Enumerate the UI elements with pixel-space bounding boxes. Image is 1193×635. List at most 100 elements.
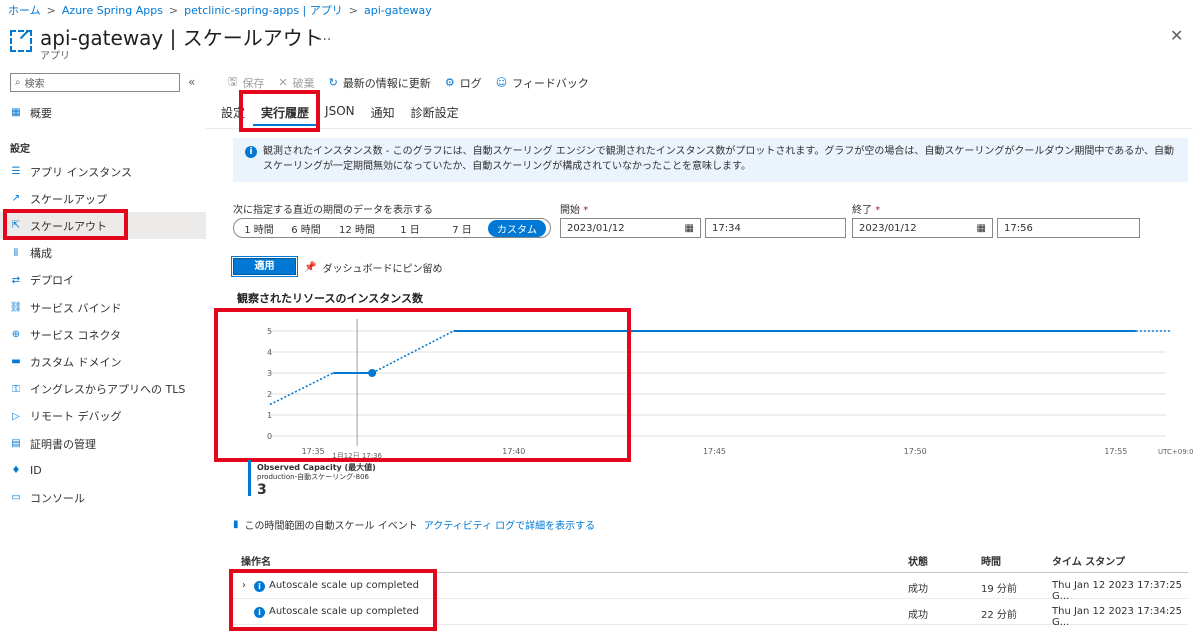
overview-icon: ▦	[11, 107, 21, 118]
feedback-icon: ☺	[495, 76, 508, 89]
sidebar-item-label: 構成	[30, 247, 52, 261]
breadcrumb-api-gateway[interactable]: api-gateway	[364, 4, 432, 17]
tab-divider	[206, 128, 1193, 129]
range-option-6h[interactable]: 6 時間	[282, 220, 330, 237]
save-label: 保存	[242, 76, 265, 90]
connector-icon: ⊕	[11, 329, 21, 341]
breadcrumb-petclinic-apps[interactable]: petclinic-spring-apps | アプリ	[184, 2, 343, 18]
sidebar-item-label: コンソール	[30, 491, 85, 505]
sidebar-item-list[interactable]: ☰ アプリ インスタンス	[0, 158, 206, 185]
sidebar-item-label: イングレスからアプリへの TLS	[30, 383, 186, 397]
activity-log-link[interactable]: アクティビティ ログで詳細を表示する	[424, 517, 595, 532]
legend-color-bar	[248, 460, 251, 496]
sidebar-item-console[interactable]: ▭ コンソール	[0, 484, 206, 511]
close-button[interactable]: ✕	[1170, 26, 1183, 45]
required-marker: *	[875, 205, 881, 216]
breadcrumb: ホーム > Azure Spring Apps > petclinic-spri…	[8, 2, 432, 18]
required-marker: *	[583, 205, 589, 216]
sidebar-item-deploy[interactable]: ⇄ デプロイ	[0, 267, 206, 294]
range-option-1d[interactable]: 1 日	[384, 220, 436, 237]
range-option-custom[interactable]: カスタム	[488, 219, 546, 237]
tab-json[interactable]: JSON	[317, 100, 363, 126]
sidebar-item-label: ID	[30, 464, 42, 478]
time-range-selector: 1 時間 6 時間 12 時間 1 日 7 日 カスタム	[233, 218, 551, 238]
sidebar-item-identity[interactable]: ♦ ID	[0, 457, 206, 484]
sidebar-item-certificate[interactable]: ▤ 証明書の管理	[0, 430, 206, 457]
pin-to-dashboard-button[interactable]: 📌 ダッシュボードにピン留め	[304, 260, 442, 275]
sidebar-search-input[interactable]: ⌕ 検索	[10, 73, 180, 92]
logs-label: ログ	[459, 76, 482, 90]
breadcrumb-separator: >	[46, 3, 56, 17]
refresh-icon: ↻	[328, 76, 338, 89]
column-header-time[interactable]: 時間	[981, 553, 1001, 568]
autoscale-events-line: ▮ この時間範囲の自動スケール イベント アクティビティ ログで詳細を表示する	[233, 517, 595, 532]
legend-resource: production-自動スケーリング-806	[257, 473, 369, 481]
sidebar-item-overview[interactable]: ▦ 概要	[0, 99, 206, 126]
start-date-value: 2023/01/12	[567, 222, 625, 234]
calendar-icon: ▦	[684, 222, 694, 234]
info-icon: i	[245, 146, 257, 158]
pin-icon: 📌	[304, 262, 317, 273]
breadcrumb-home[interactable]: ホーム	[8, 2, 41, 18]
apply-button[interactable]: 適用	[231, 256, 298, 277]
highlight-box-chart	[214, 308, 631, 462]
more-options-button[interactable]: ...	[318, 28, 331, 44]
status-cell: 成功	[908, 610, 928, 621]
time-cell: 19 分前	[981, 584, 1017, 595]
highlight-box-sidebar	[3, 209, 128, 240]
column-header-operation[interactable]: 操作名	[241, 553, 271, 568]
feedback-button[interactable]: ☺ フィードバック	[496, 75, 589, 91]
range-option-12h[interactable]: 12 時間	[330, 220, 384, 237]
start-date-input[interactable]: 2023/01/12 ▦	[560, 218, 701, 238]
start-time-value: 17:34	[712, 222, 741, 234]
sidebar-item-config[interactable]: ⦀ 構成	[0, 240, 206, 267]
breadcrumb-separator: >	[168, 3, 179, 17]
breadcrumb-azure-spring-apps[interactable]: Azure Spring Apps	[62, 4, 163, 17]
highlight-box-table	[229, 569, 437, 631]
end-date-input[interactable]: 2023/01/12 ▦	[852, 218, 993, 238]
breadcrumb-separator: >	[348, 3, 358, 17]
status-cell: 成功	[908, 584, 928, 595]
sidebar-item-domain[interactable]: ▬ カスタム ドメイン	[0, 348, 206, 375]
column-header-timestamp[interactable]: タイム スタンプ	[1052, 553, 1125, 568]
sidebar-item-key[interactable]: ⚿ イングレスからアプリへの TLS	[0, 376, 206, 403]
sidebar-item-label: サービス バインド	[30, 301, 122, 315]
sidebar-item-label: 証明書の管理	[30, 437, 96, 451]
sidebar-section-heading: 設定	[10, 144, 30, 155]
tab-notify[interactable]: 通知	[363, 100, 403, 126]
end-time-value: 17:56	[1004, 222, 1033, 234]
sidebar-item-label: リモート デバッグ	[30, 410, 122, 424]
collapse-sidebar-button[interactable]: «	[188, 75, 195, 89]
end-time-input[interactable]: 17:56	[997, 218, 1140, 238]
close-icon: ✕	[278, 76, 288, 89]
end-label-text: 終了	[852, 205, 872, 216]
range-option-7d[interactable]: 7 日	[436, 220, 488, 237]
sidebar-item-debug[interactable]: ▷ リモート デバッグ	[0, 403, 206, 430]
page-subtitle: アプリ	[40, 51, 70, 62]
start-label-text: 開始	[560, 205, 580, 216]
legend-value: 3	[257, 482, 267, 498]
deploy-icon: ⇄	[11, 274, 21, 286]
certificate-icon: ▤	[11, 438, 21, 449]
search-icon: ⌕	[15, 77, 21, 88]
sidebar-item-label: 概要	[30, 106, 52, 120]
identity-icon: ♦	[11, 465, 21, 477]
list-icon: ☰	[11, 166, 21, 177]
page-title: api-gateway | スケールアウト	[40, 26, 323, 50]
refresh-label: 最新の情報に更新	[342, 76, 431, 90]
sidebar-item-connector[interactable]: ⊕ サービス コネクタ	[0, 321, 206, 348]
range-option-1h[interactable]: 1 時間	[236, 220, 282, 237]
end-date-value: 2023/01/12	[859, 222, 917, 234]
sidebar-item-label: カスタム ドメイン	[30, 355, 122, 369]
logs-icon: ⚙	[444, 76, 455, 89]
refresh-button[interactable]: ↻ 最新の情報に更新	[329, 75, 431, 91]
column-header-status[interactable]: 状態	[908, 553, 928, 568]
tab-diagnostics[interactable]: 診断設定	[403, 100, 467, 126]
pin-label: ダッシュボードにピン留め	[322, 264, 443, 275]
start-time-input[interactable]: 17:34	[705, 218, 846, 238]
discard-button[interactable]: ✕ 破棄	[278, 75, 314, 91]
binding-icon: ⛓	[9, 302, 23, 313]
sidebar-item-binding[interactable]: ⛓ サービス バインド	[0, 294, 206, 321]
range-label: 次に指定する直近の期間のデータを表示する	[233, 205, 433, 216]
logs-button[interactable]: ⚙ ログ	[445, 75, 482, 91]
